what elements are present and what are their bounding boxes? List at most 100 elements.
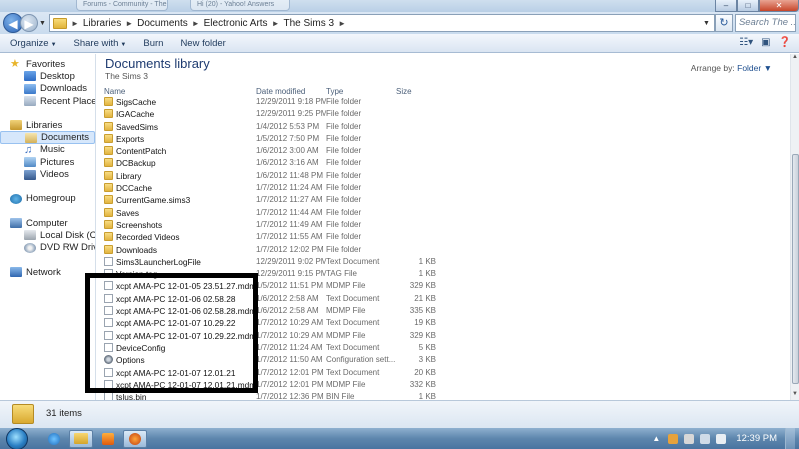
file-date: 1/7/2012 12:01 PM [256, 379, 324, 389]
arrange-by-label: Arrange by: [690, 63, 735, 73]
file-row[interactable]: DCBackup 1/6/2012 3:16 AM File folder [97, 157, 790, 169]
nav-dvd-drive[interactable]: DVD RW Drive (D:) S [0, 242, 95, 254]
nav-documents[interactable]: Documents [0, 131, 95, 144]
nav-videos[interactable]: Videos [0, 168, 95, 180]
file-row[interactable]: Exports 1/5/2012 7:50 PM File folder [97, 133, 790, 145]
tray-app-icon[interactable] [668, 433, 679, 444]
file-row[interactable]: Recorded Videos 1/7/2012 11:55 AM File fol… [97, 231, 790, 243]
column-header-name[interactable]: Name [104, 87, 125, 96]
scroll-thumb[interactable] [792, 154, 799, 384]
organize-button[interactable]: Organize ▼ [10, 38, 57, 49]
breadcrumb-the-sims-3[interactable]: The Sims 3 [283, 18, 334, 29]
arrange-by-dropdown[interactable]: Folder ▼ [737, 63, 772, 73]
hard-disk-icon [24, 230, 36, 241]
address-row: ◀ ▶ ▼ ► Libraries ► Documents ► Electron… [0, 12, 799, 34]
file-date: 12/29/2011 9:25 PM [256, 109, 326, 119]
background-browser-tab[interactable]: Hi (20) - Yahoo! Answers [190, 0, 290, 11]
file-name: Library [116, 170, 142, 181]
firefox-icon [129, 432, 141, 445]
scroll-up-icon[interactable]: ▲ [791, 54, 799, 63]
file-size: 335 KB [409, 306, 436, 316]
chevron-down-icon: ▼ [50, 41, 57, 48]
file-type: File folder [326, 133, 362, 143]
chevron-down-icon: ▼ [120, 41, 127, 48]
file-date: 1/7/2012 11:24 AM [256, 342, 323, 352]
nav-recent-places[interactable]: Recent Places [0, 95, 95, 107]
network-status-icon[interactable] [700, 433, 711, 444]
volume-icon[interactable] [716, 433, 727, 444]
file-row[interactable]: DCCache 1/7/2012 11:24 AM File folder [97, 182, 790, 194]
chevron-right-icon[interactable]: ► [338, 19, 346, 28]
maximize-button[interactable]: □ [737, 0, 759, 12]
file-name: DCCache [116, 183, 152, 194]
address-dropdown[interactable]: ▼ [699, 20, 714, 27]
show-hidden-icons-icon[interactable]: ▲ [652, 434, 660, 443]
nav-desktop[interactable]: Desktop [0, 70, 95, 82]
file-row[interactable]: Saves 1/7/2012 11:44 AM File folder [97, 207, 790, 219]
help-icon[interactable]: ❓ [779, 37, 791, 48]
chevron-right-icon[interactable]: ► [272, 19, 280, 28]
nav-music[interactable]: ♫ Music [0, 144, 95, 156]
new-folder-button[interactable]: New folder [180, 38, 225, 49]
share-with-button[interactable]: Share with ▼ [74, 38, 127, 49]
file-row[interactable]: Downloads 1/7/2012 12:02 PM File folder [97, 244, 790, 256]
start-button[interactable] [6, 427, 28, 449]
column-header-size[interactable]: Size [396, 87, 412, 96]
nav-homegroup[interactable]: Homegroup [0, 193, 95, 205]
nav-libraries[interactable]: Libraries [0, 119, 95, 131]
column-header-date[interactable]: Date modified [256, 87, 305, 96]
address-bar[interactable]: ► Libraries ► Documents ► Electronic Art… [48, 14, 715, 32]
file-row[interactable]: ContentPatch 1/6/2012 3:00 AM File folder [97, 145, 790, 157]
forward-button[interactable]: ▶ [20, 14, 38, 32]
burn-button[interactable]: Burn [143, 38, 163, 49]
column-header-type[interactable]: Type [326, 87, 343, 96]
refresh-button[interactable]: ↻ [714, 14, 733, 32]
file-row[interactable]: SavedSims 1/4/2012 5:53 PM File folder [97, 121, 790, 133]
recent-pages-dropdown[interactable]: ▼ [39, 20, 46, 27]
nav-pictures[interactable]: Pictures [0, 156, 95, 168]
file-row[interactable]: CurrentGame.sims3 1/7/2012 11:27 AM File f… [97, 194, 790, 206]
breadcrumb-electronic-arts[interactable]: Electronic Arts [204, 18, 268, 29]
nav-local-disk[interactable]: Local Disk (C:) [0, 229, 95, 241]
file-row[interactable]: Sims3LauncherLogFile 12/29/2011 9:02 PM Te… [97, 256, 790, 268]
file-type: File folder [326, 121, 362, 131]
taskbar-firefox[interactable] [123, 429, 147, 448]
file-type: MDMP File [326, 281, 366, 291]
nav-favorites-label: Favorites [26, 58, 66, 70]
breadcrumb-libraries[interactable]: Libraries [83, 18, 121, 29]
scroll-down-icon[interactable]: ▼ [791, 391, 799, 400]
nav-computer[interactable]: Computer [0, 217, 95, 229]
taskbar-media-player[interactable] [96, 430, 120, 448]
search-input[interactable]: Search The ... ⚲ [734, 14, 796, 32]
chevron-right-icon[interactable]: ► [192, 19, 200, 28]
chevron-right-icon[interactable]: ► [71, 19, 79, 28]
close-button[interactable]: ✕ [759, 0, 799, 12]
nav-network[interactable]: Network [0, 266, 95, 278]
nav-favorites[interactable]: ★ Favorites [0, 58, 95, 70]
clock[interactable]: 12:39 PM [736, 433, 777, 444]
nav-downloads[interactable]: Downloads [0, 83, 95, 95]
view-options-icon[interactable]: ☷▾ [739, 37, 753, 48]
file-row[interactable]: SigsCache 12/29/2011 9:18 PM File folder [97, 96, 790, 108]
file-date: 1/7/2012 10:29 AM [256, 330, 324, 340]
system-tray: ▲ 12:39 PM [652, 428, 799, 449]
file-row[interactable]: Screenshots 1/7/2012 11:49 AM File folder [97, 219, 790, 231]
show-desktop-button[interactable] [785, 428, 795, 449]
file-row[interactable]: IGACache 12/29/2011 9:25 PM File folder [97, 108, 790, 120]
file-row[interactable]: Library 1/6/2012 11:48 PM File folder [97, 170, 790, 182]
breadcrumb-documents[interactable]: Documents [137, 18, 188, 29]
preview-pane-icon[interactable]: ▣ [761, 37, 770, 48]
file-date: 12/29/2011 9:15 PM [256, 269, 326, 279]
chevron-right-icon[interactable]: ► [125, 19, 133, 28]
flag-icon[interactable] [684, 433, 695, 444]
taskbar-explorer[interactable] [69, 429, 93, 448]
folder-icon [104, 133, 113, 143]
minimize-button[interactable]: – [715, 0, 737, 12]
nav-downloads-label: Downloads [40, 83, 87, 95]
search-placeholder: Search The ... [738, 17, 796, 28]
background-browser-tab[interactable]: Forums - Community - The Sims 3 [76, 0, 168, 11]
taskbar-ie[interactable] [42, 430, 66, 448]
file-type: Text Document [326, 342, 380, 352]
vertical-scrollbar[interactable]: ▲ ▼ [790, 54, 799, 400]
nav-homegroup-label: Homegroup [26, 193, 76, 205]
